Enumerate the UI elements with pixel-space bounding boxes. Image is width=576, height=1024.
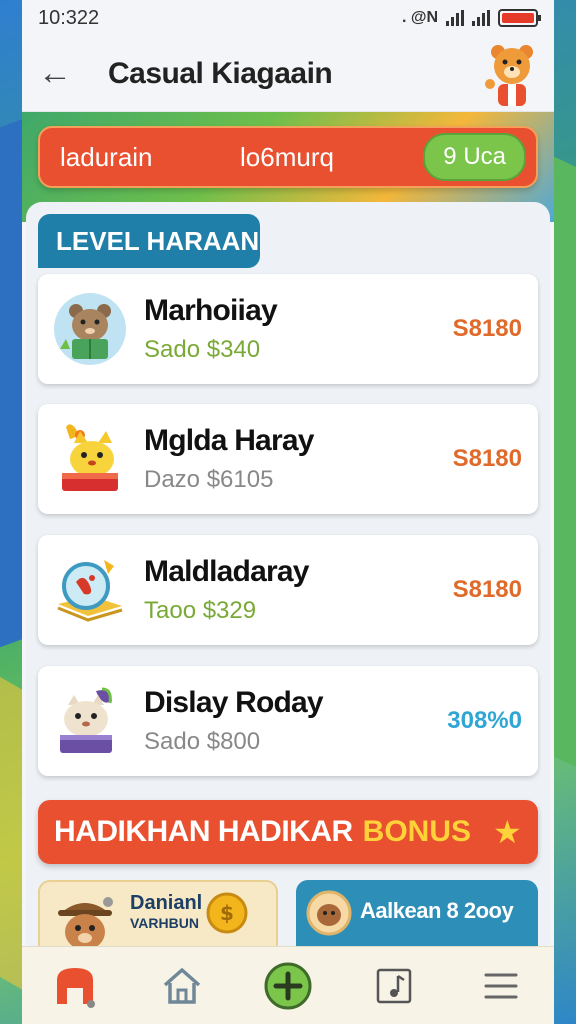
card-left-subtitle: VARHBUN bbox=[130, 915, 199, 931]
signal-icon bbox=[446, 10, 464, 26]
app-screen: 10:322 . @N ← Casual Kiagaain ladurain l… bbox=[22, 0, 554, 1024]
cat-on-book-icon bbox=[60, 687, 112, 753]
item-subtitle: Taoo $329 bbox=[144, 597, 257, 624]
star-icon: ★ bbox=[493, 814, 522, 850]
item-subtitle: Sado $340 bbox=[144, 336, 261, 363]
music-note-icon bbox=[377, 968, 412, 1003]
item-name: Dislay Roday bbox=[144, 686, 324, 719]
tab-home[interactable] bbox=[152, 956, 212, 1016]
card-left-text: Danianl VARHBUN bbox=[120, 892, 202, 931]
character-avatar-icon bbox=[306, 890, 352, 936]
promo-banner[interactable]: ladurain lo6murq 9 Uca bbox=[38, 126, 538, 188]
tab-menu[interactable] bbox=[471, 956, 531, 1016]
status-time: 10:322 bbox=[38, 6, 100, 29]
level-tag: LEVEL HARAAN bbox=[38, 214, 260, 268]
menu-icon bbox=[484, 973, 518, 998]
app-header: ← Casual Kiagaain bbox=[22, 36, 554, 112]
list-item[interactable]: Dislay Roday Sado $800 308%0 bbox=[38, 666, 538, 776]
tab-add[interactable] bbox=[258, 956, 318, 1016]
list-item[interactable]: Marhoiiay Sado $340 S8180 bbox=[38, 274, 538, 384]
item-subtitle: Sado $800 bbox=[144, 728, 261, 755]
bottom-tab-bar bbox=[22, 946, 554, 1024]
item-price: S8180 bbox=[452, 445, 522, 472]
item-text: Maldladaray Taoo $329 bbox=[144, 555, 453, 625]
bonus-title: HADIKHAN HADIKAR bbox=[54, 815, 353, 848]
item-name: Marhoiiay bbox=[144, 294, 278, 327]
bonus-banner[interactable]: HADIKHAN HADIKAR BONUS ★ bbox=[38, 800, 538, 864]
item-name: Maldladaray bbox=[144, 555, 309, 588]
gold-coin-icon: $ bbox=[206, 892, 248, 934]
bear-mascot-icon bbox=[485, 45, 533, 106]
item-name: Mglda Haray bbox=[144, 424, 314, 457]
network-icons: . @N bbox=[401, 9, 438, 26]
signal-icon bbox=[472, 10, 490, 26]
item-text: Marhoiiay Sado $340 bbox=[144, 294, 453, 364]
battery-icon bbox=[498, 9, 541, 27]
mouse-reading-book-icon bbox=[54, 293, 126, 365]
list-item[interactable]: Maldladaray Taoo $329 S8180 bbox=[38, 535, 538, 645]
item-text: Mglda Haray Dazo $6105 bbox=[144, 424, 453, 494]
yellow-cat-gift-icon bbox=[62, 424, 118, 491]
back-arrow-icon[interactable]: ← bbox=[38, 54, 90, 93]
page-title: Casual Kiagaain bbox=[108, 56, 333, 90]
item-text: Dislay Roday Sado $800 bbox=[144, 686, 447, 756]
home-app-icon bbox=[57, 967, 96, 1008]
card-left-title: Danianl bbox=[130, 892, 203, 914]
tab-music[interactable] bbox=[364, 956, 424, 1016]
status-bar: 10:322 . @N bbox=[22, 0, 554, 36]
list-item[interactable]: Mglda Haray Dazo $6105 S8180 bbox=[38, 404, 538, 514]
svg-text:$: $ bbox=[220, 901, 234, 925]
promo-left-label: ladurain bbox=[60, 141, 153, 172]
compass-map-icon bbox=[57, 560, 123, 622]
item-subtitle: Dazo $6105 bbox=[144, 466, 274, 493]
tab-home-app[interactable] bbox=[45, 956, 105, 1016]
promo-middle-label: lo6murq bbox=[240, 141, 334, 172]
promo-pill-button[interactable]: 9 Uca bbox=[423, 133, 526, 181]
house-icon bbox=[163, 967, 200, 1004]
item-price: S8180 bbox=[452, 576, 522, 603]
bonus-word: BONUS bbox=[362, 815, 471, 848]
card-right-title: Aalkean 8 2ooy bbox=[360, 898, 514, 923]
status-icons: . @N bbox=[401, 9, 541, 27]
item-price: 308%0 bbox=[447, 707, 522, 734]
item-price: S8180 bbox=[452, 315, 522, 342]
plus-circle-icon bbox=[264, 962, 312, 1009]
